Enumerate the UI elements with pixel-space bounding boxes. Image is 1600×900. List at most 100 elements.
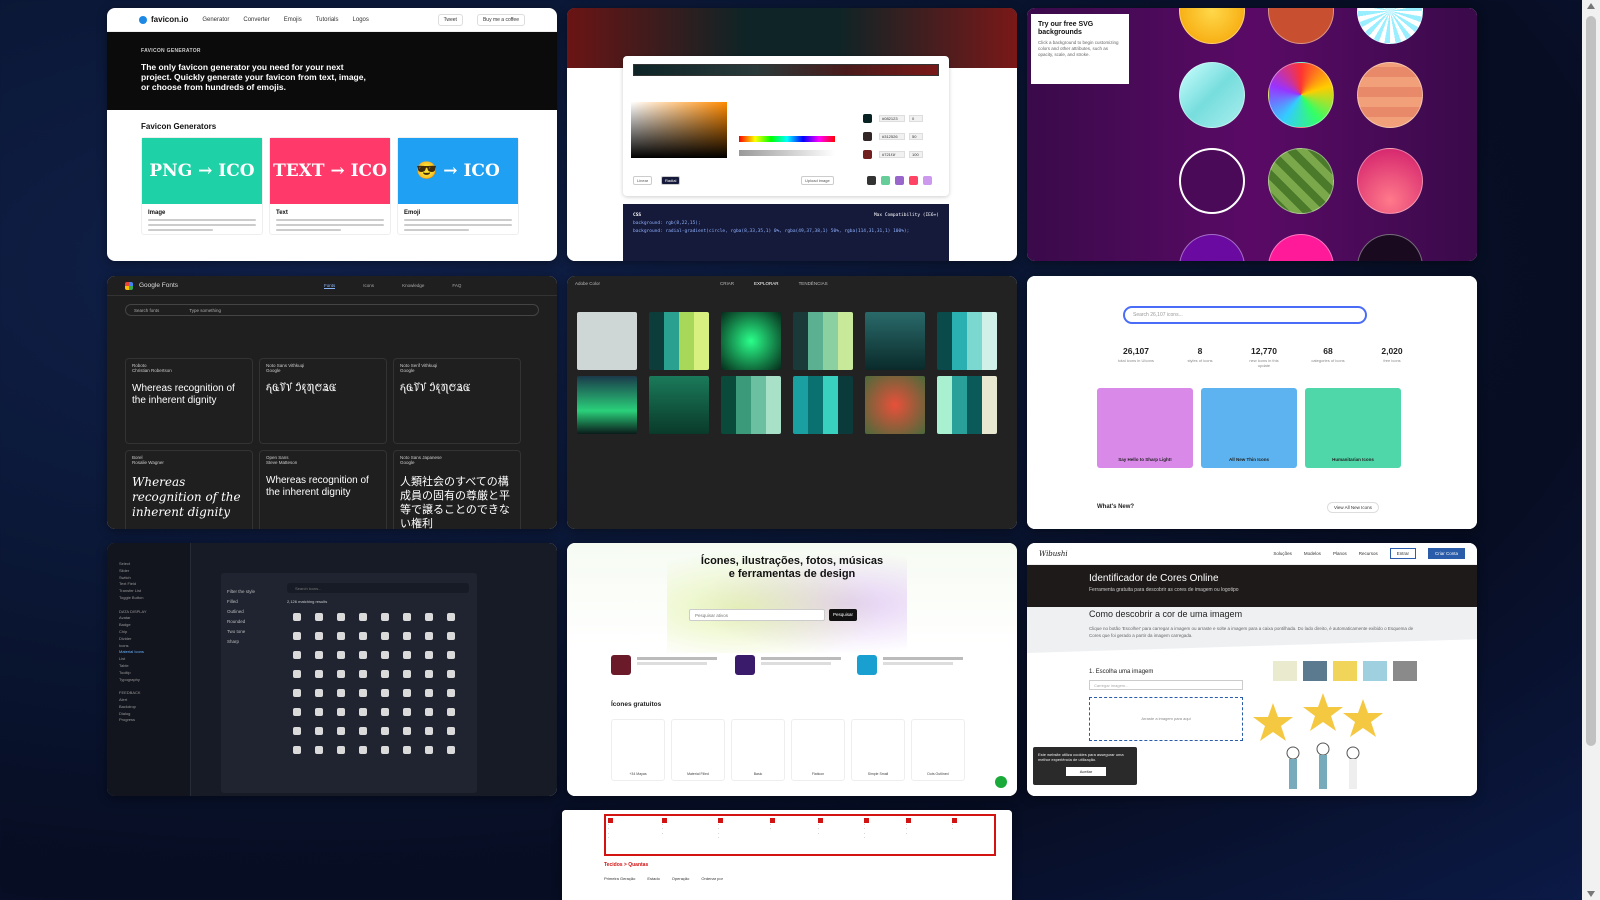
material-icon[interactable] xyxy=(403,708,411,716)
palette-swatch[interactable] xyxy=(895,176,904,185)
filter-outlined[interactable]: Outlined xyxy=(227,607,255,617)
material-icon[interactable] xyxy=(425,727,433,735)
search-input[interactable]: Search fonts xyxy=(134,308,159,313)
material-icon[interactable] xyxy=(381,670,389,678)
page-scrollbar[interactable] xyxy=(1582,0,1600,900)
material-icon[interactable] xyxy=(425,708,433,716)
color-swatch[interactable] xyxy=(1333,661,1357,681)
stop-hex-1[interactable]: #082123 xyxy=(879,115,905,122)
scroll-up-arrow-icon[interactable] xyxy=(1587,3,1595,9)
favicon-generator-card[interactable]: favicon.io Generator Converter Emojis Tu… xyxy=(107,8,557,261)
promo-humanitarian[interactable]: Humanitarian Icons xyxy=(1305,388,1401,468)
css-code-output[interactable]: CSS Max Compatibility (IE6+) background:… xyxy=(623,204,949,261)
material-icon[interactable] xyxy=(425,613,433,621)
font-card[interactable]: Noto Sans Vithkuqi Google 𐖀𐖁𐖂𐖃 𐖄𐖅𐖆𐖇𐖈𐖉 xyxy=(259,358,387,444)
material-icon[interactable] xyxy=(337,670,345,678)
theme-photo[interactable] xyxy=(577,312,637,370)
material-icon[interactable] xyxy=(425,670,433,678)
material-icon[interactable] xyxy=(359,727,367,735)
bg-option-low-poly[interactable] xyxy=(1179,62,1245,128)
material-icon[interactable] xyxy=(293,613,301,621)
material-icon[interactable] xyxy=(447,613,455,621)
menu-column[interactable]: · · · xyxy=(818,818,823,836)
material-icon[interactable] xyxy=(381,689,389,697)
feature-item[interactable] xyxy=(735,655,845,675)
material-icon[interactable] xyxy=(403,613,411,621)
promo-thin-icons[interactable]: All New Thin Icons xyxy=(1201,388,1297,468)
theme-palette[interactable] xyxy=(649,312,709,370)
filter-sharp[interactable]: Sharp xyxy=(227,637,255,647)
bg-option-purple[interactable] xyxy=(1179,148,1245,214)
material-icon[interactable] xyxy=(293,708,301,716)
nav-explore[interactable]: EXPLORAR xyxy=(754,281,779,286)
material-icon[interactable] xyxy=(315,746,323,754)
color-swatch[interactable] xyxy=(1363,661,1387,681)
material-icon[interactable] xyxy=(359,651,367,659)
adobe-brand[interactable]: Adobe Color xyxy=(575,281,600,286)
material-icon[interactable] xyxy=(447,632,455,640)
material-icon[interactable] xyxy=(337,708,345,716)
google-fonts-card[interactable]: Google Fonts Fonts Icons Knowledge FAQ S… xyxy=(107,276,557,529)
stop-hex-2[interactable]: #312526 xyxy=(879,133,905,140)
stop-swatch-1[interactable] xyxy=(863,114,872,123)
material-icon[interactable] xyxy=(315,708,323,716)
freepik-card[interactable]: Ícones, ilustrações, fotos, músicas e fe… xyxy=(567,543,1017,796)
tab-fonts[interactable]: Fonts xyxy=(324,283,336,289)
material-icon[interactable] xyxy=(315,727,323,735)
material-icon[interactable] xyxy=(403,689,411,697)
material-icon[interactable] xyxy=(293,651,301,659)
palette-swatch[interactable] xyxy=(867,176,876,185)
palette-swatch[interactable] xyxy=(923,176,932,185)
theme-photo[interactable] xyxy=(577,376,637,434)
menu-column[interactable]: · · · xyxy=(906,818,911,836)
icon-search-input[interactable]: Search icons... xyxy=(287,583,469,593)
tile-emoji[interactable]: 😎 → ICO Emoji xyxy=(397,137,519,235)
linear-button[interactable]: Linear xyxy=(633,176,653,185)
material-icon[interactable] xyxy=(359,746,367,754)
material-icon[interactable] xyxy=(359,670,367,678)
stop-pos-2[interactable]: 50 xyxy=(909,133,923,140)
material-icon[interactable] xyxy=(315,689,323,697)
material-icon[interactable] xyxy=(293,727,301,735)
filter-rounded[interactable]: Rounded xyxy=(227,617,255,627)
nav-plans[interactable]: Planos xyxy=(1333,551,1347,556)
nav-solutions[interactable]: Soluções xyxy=(1273,551,1292,556)
login-button[interactable]: Entrar xyxy=(1389,548,1416,559)
color-identifier-card[interactable]: Wibushi Soluções Modelos Planos Recursos… xyxy=(1027,543,1477,796)
tile-image[interactable]: PNG → ICO Image xyxy=(141,137,263,235)
gf-search-bar[interactable]: Search fonts Type something xyxy=(125,304,539,316)
material-icon[interactable] xyxy=(293,689,301,697)
preview-text-input[interactable]: Type something xyxy=(189,308,221,313)
material-icon[interactable] xyxy=(293,632,301,640)
material-icon[interactable] xyxy=(337,746,345,754)
nav-create[interactable]: CRIAR xyxy=(720,281,734,286)
icon-pack[interactable]: Material Filled xyxy=(671,719,725,781)
asset-search-input[interactable]: Pesquisar ativos xyxy=(689,609,825,621)
material-icon[interactable] xyxy=(381,746,389,754)
quantas-card[interactable]: · · · · · · · · · · · · · · · · · · · · · · · · · Tecidos… xyxy=(562,810,1012,900)
nav-link-logos[interactable]: Logos xyxy=(353,17,369,23)
feature-item[interactable] xyxy=(611,655,721,675)
radial-button[interactable]: Radial xyxy=(661,176,681,185)
font-card[interactable]: Roboto Christian Robertson Whereas recogni… xyxy=(125,358,253,444)
material-icon[interactable] xyxy=(293,670,301,678)
material-icon[interactable] xyxy=(337,689,345,697)
material-icon[interactable] xyxy=(293,746,301,754)
theme-palette[interactable] xyxy=(937,376,997,434)
theme-photo[interactable] xyxy=(865,312,925,370)
filter-two-tone[interactable]: Two tone xyxy=(227,627,255,637)
bg-option-argyle[interactable] xyxy=(1268,148,1334,214)
stop-pos-1[interactable]: 0 xyxy=(909,115,923,122)
color-swatch[interactable] xyxy=(1273,661,1297,681)
icon-library-card[interactable]: Search 26,107 icons... 26,107 total icons… xyxy=(1027,276,1477,529)
material-icon[interactable] xyxy=(337,632,345,640)
bg-option-sunset[interactable] xyxy=(1357,148,1423,214)
material-icon[interactable] xyxy=(447,670,455,678)
material-icons-docs-card[interactable]: Select Slider Switch Text Field Transfer Lis… xyxy=(107,543,557,796)
scroll-down-arrow-icon[interactable] xyxy=(1587,891,1595,897)
theme-photo[interactable] xyxy=(865,376,925,434)
material-icon[interactable] xyxy=(337,651,345,659)
material-icon[interactable] xyxy=(425,651,433,659)
icon-pack[interactable]: Dots Outlined xyxy=(911,719,965,781)
adobe-color-card[interactable]: Adobe Color CRIAR EXPLORAR TENDÊNCIAS xyxy=(567,276,1017,529)
